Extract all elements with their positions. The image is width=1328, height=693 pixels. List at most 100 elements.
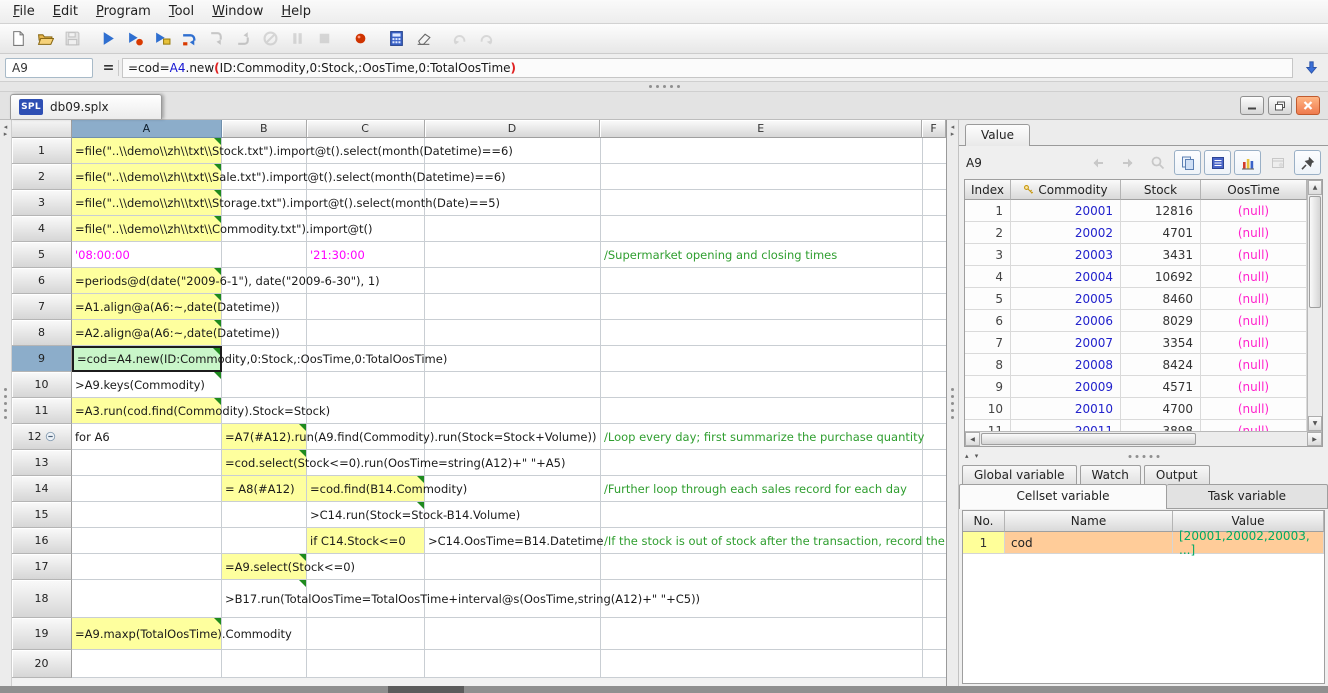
cell-C7[interactable] xyxy=(307,294,425,320)
row-header-8[interactable]: 8 xyxy=(12,320,72,346)
value-col-header-commodity[interactable]: Commodity xyxy=(1011,180,1121,200)
cell-F19[interactable] xyxy=(923,618,947,650)
panel-splitter[interactable]: ◂ ▸ xyxy=(947,120,959,686)
value-cell[interactable]: 7 xyxy=(965,332,1011,354)
value-cell[interactable]: 12816 xyxy=(1121,200,1201,222)
cell-D4[interactable] xyxy=(425,216,601,242)
cell-A5[interactable]: '08:00:00 xyxy=(72,242,222,268)
variable-cell[interactable]: [20001,20002,20003, ...] xyxy=(1173,532,1324,554)
cell-C13[interactable] xyxy=(307,450,425,476)
cell-D1[interactable] xyxy=(425,138,601,164)
cell-D6[interactable] xyxy=(425,268,601,294)
value-cell[interactable]: 20006 xyxy=(1011,310,1121,332)
cell-A13[interactable] xyxy=(72,450,222,476)
cell-D8[interactable] xyxy=(425,320,601,346)
tab-output[interactable]: Output xyxy=(1144,465,1210,485)
cell-A6[interactable]: =periods@d(date("2009-6-1"), date("2009-… xyxy=(72,268,222,294)
cell-B6[interactable] xyxy=(222,268,307,294)
cell-E9[interactable] xyxy=(601,346,923,372)
value-cell[interactable]: 20005 xyxy=(1011,288,1121,310)
cell-B15[interactable] xyxy=(222,502,307,528)
cell-D9[interactable] xyxy=(425,346,601,372)
cell-A11[interactable]: =A3.run(cod.find(Commodity).Stock=Stock) xyxy=(72,398,222,424)
row-header-10[interactable]: 10 xyxy=(12,372,72,398)
cell-C1[interactable] xyxy=(307,138,425,164)
value-cell[interactable]: 4700 xyxy=(1121,398,1201,420)
value-cell[interactable]: 8460 xyxy=(1121,288,1201,310)
cell-D18[interactable] xyxy=(425,580,601,618)
cell-F10[interactable] xyxy=(923,372,947,398)
cell-B5[interactable] xyxy=(222,242,307,268)
cell-B9[interactable] xyxy=(222,346,307,372)
cell-E12[interactable]: /Loop every day; first summarize the pur… xyxy=(601,424,923,450)
cell-F5[interactable] xyxy=(923,242,947,268)
cell-D16[interactable]: >C14.OosTime=B14.Datetime xyxy=(425,528,601,554)
cell-B17[interactable]: =A9.select(Stock<=0) xyxy=(222,554,307,580)
value-horizontal-scrollbar[interactable]: ◀ ▶ xyxy=(965,431,1322,446)
cell-C2[interactable] xyxy=(307,164,425,190)
value-cell[interactable]: 4701 xyxy=(1121,222,1201,244)
cell-B13[interactable]: =cod.select(Stock<=0).run(OosTime=string… xyxy=(222,450,307,476)
col-header-F[interactable]: F xyxy=(922,120,946,138)
cell-B18[interactable]: >B17.run(TotalOosTime=TotalOosTime+inter… xyxy=(222,580,307,618)
value-cell[interactable]: 8424 xyxy=(1121,354,1201,376)
value-cell[interactable]: (null) xyxy=(1201,398,1307,420)
cell-D12[interactable] xyxy=(425,424,601,450)
left-splitter[interactable]: ◂ ▸ xyxy=(0,120,12,686)
value-cell[interactable]: 20004 xyxy=(1011,266,1121,288)
execute-to-cursor-icon[interactable] xyxy=(150,27,175,51)
value-cell[interactable]: (null) xyxy=(1201,200,1307,222)
cell-B7[interactable] xyxy=(222,294,307,320)
tab-watch[interactable]: Watch xyxy=(1080,465,1141,485)
variable-col-header-name[interactable]: Name xyxy=(1005,511,1173,532)
cell-A3[interactable]: =file("..\\demo\\zh\\txt\\Storage.txt").… xyxy=(72,190,222,216)
cell-F15[interactable] xyxy=(923,502,947,528)
value-cell[interactable]: (null) xyxy=(1201,266,1307,288)
scroll-right-icon[interactable]: ▶ xyxy=(1307,432,1322,446)
col-header-C[interactable]: C xyxy=(307,120,425,138)
scroll-up-icon[interactable]: ▲ xyxy=(1308,180,1322,195)
menu-program[interactable]: Program xyxy=(87,1,160,22)
execute-icon[interactable] xyxy=(96,27,121,51)
cell-D13[interactable] xyxy=(425,450,601,476)
cell-C6[interactable] xyxy=(307,268,425,294)
cell-A2[interactable]: =file("..\\demo\\zh\\txt\\Sale.txt").imp… xyxy=(72,164,222,190)
scrollbar-thumb[interactable] xyxy=(388,686,464,693)
value-cell[interactable]: 20002 xyxy=(1011,222,1121,244)
cell-A14[interactable] xyxy=(72,476,222,502)
cell-F20[interactable] xyxy=(923,650,947,678)
cell-F1[interactable] xyxy=(923,138,947,164)
cell-C15[interactable]: >C14.run(Stock=Stock-B14.Volume) xyxy=(307,502,425,528)
value-cell[interactable]: 20009 xyxy=(1011,376,1121,398)
value-table-row[interactable]: 42000410692(null) xyxy=(965,266,1307,288)
value-cell[interactable]: 20007 xyxy=(1011,332,1121,354)
value-cell[interactable]: 3431 xyxy=(1121,244,1201,266)
cell-E13[interactable] xyxy=(601,450,923,476)
value-table-row[interactable]: 9200094571(null) xyxy=(965,376,1307,398)
row-header-15[interactable]: 15 xyxy=(12,502,72,528)
cell-A16[interactable] xyxy=(72,528,222,554)
value-table-row[interactable]: 10200104700(null) xyxy=(965,398,1307,420)
cell-B12[interactable]: =A7(#A12).run(A9.find(Commodity).run(Sto… xyxy=(222,424,307,450)
tab-global-variable[interactable]: Global variable xyxy=(962,465,1077,485)
cell-C14[interactable]: =cod.find(B14.Commodity) xyxy=(307,476,425,502)
cell-A7[interactable]: =A1.align@a(A6:~,date(Datetime)) xyxy=(72,294,222,320)
value-cell[interactable]: (null) xyxy=(1201,310,1307,332)
cell-D5[interactable] xyxy=(425,242,601,268)
cell-F3[interactable] xyxy=(923,190,947,216)
cell-F8[interactable] xyxy=(923,320,947,346)
row-header-3[interactable]: 3 xyxy=(12,190,72,216)
value-cell[interactable]: 3898 xyxy=(1121,420,1201,431)
cell-A1[interactable]: =file("..\\demo\\zh\\txt\\Stock.txt").im… xyxy=(72,138,222,164)
variable-cell[interactable]: 1 xyxy=(963,532,1005,554)
row-header-13[interactable]: 13 xyxy=(12,450,72,476)
cell-A15[interactable] xyxy=(72,502,222,528)
value-table-row[interactable]: 7200073354(null) xyxy=(965,332,1307,354)
cell-B2[interactable] xyxy=(222,164,307,190)
scroll-down-icon[interactable]: ▼ xyxy=(1308,416,1322,431)
cell-D17[interactable] xyxy=(425,554,601,580)
cell-C4[interactable] xyxy=(307,216,425,242)
cell-E11[interactable] xyxy=(601,398,923,424)
value-cell[interactable]: (null) xyxy=(1201,288,1307,310)
cell-F14[interactable] xyxy=(923,476,947,502)
